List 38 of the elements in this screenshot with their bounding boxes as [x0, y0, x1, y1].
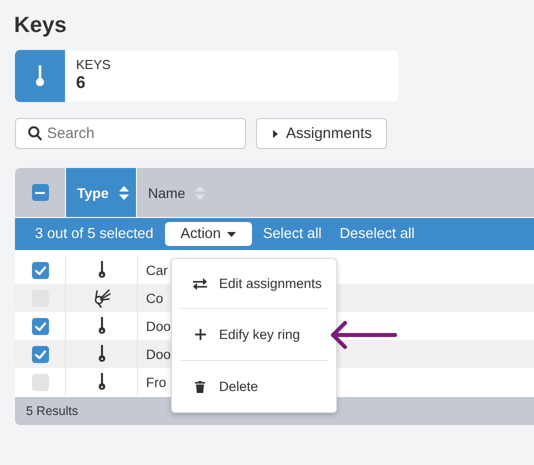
arrow [329, 320, 399, 350]
assignments-button[interactable]: Assignments [256, 118, 387, 149]
minus-icon [35, 192, 45, 194]
caret-icon [226, 232, 236, 236]
key-icon [98, 373, 106, 391]
sort-icon [195, 184, 206, 200]
menu-item[interactable]: Edit assignments [180, 259, 328, 308]
checkbox[interactable] [32, 318, 48, 334]
selection-summary: 3 out of 5 selected [35, 226, 154, 242]
table-cell-text: Fro [145, 374, 166, 390]
key-icon [98, 345, 106, 363]
search-icon [28, 126, 42, 141]
table-cell-text: Doo [145, 318, 171, 334]
table-cell-text: Car [145, 262, 168, 278]
key-icon [98, 317, 106, 335]
stat-label: KEYS [76, 57, 111, 72]
column-header[interactable]: Type [66, 168, 137, 217]
select-all-checkbox[interactable] [32, 184, 48, 201]
page-title: Keys [14, 12, 67, 38]
menu-item[interactable]: Delete [180, 360, 328, 412]
sort-icon [118, 184, 129, 200]
search-field[interactable]: Search [15, 118, 246, 149]
key-icon [98, 261, 106, 279]
checkbox[interactable] [32, 374, 48, 390]
checkbox[interactable] [32, 346, 48, 362]
checkbox[interactable] [32, 262, 48, 278]
swap-icon [193, 278, 207, 290]
key-icon [35, 64, 45, 88]
column-header[interactable]: Name [137, 168, 206, 217]
action-dropdown[interactable]: Action [164, 222, 252, 246]
menu-item[interactable]: Edify key ring [180, 308, 328, 360]
table-cell-text: Doo [145, 346, 171, 362]
plus-icon [194, 329, 206, 340]
table-cell-text: Co [145, 290, 164, 306]
stat-value: 6 [76, 72, 86, 94]
link[interactable]: Deselect all [340, 226, 415, 242]
trash-icon [195, 380, 205, 392]
link[interactable]: Select all [262, 226, 322, 242]
